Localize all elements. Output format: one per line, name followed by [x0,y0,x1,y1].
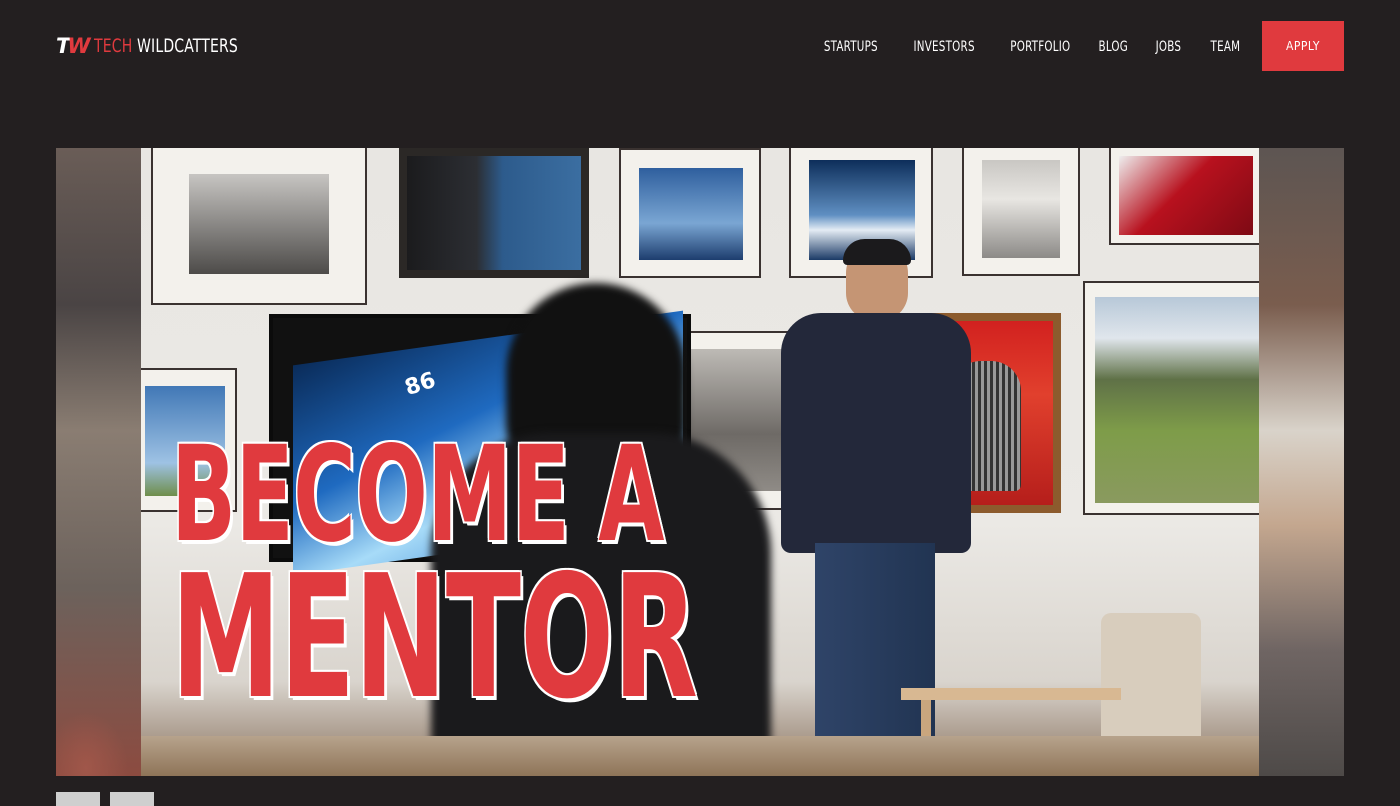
carousel-prev-slide-preview[interactable] [56,148,141,776]
main-nav: STARTUPS INVESTORS PORTFOLIO BLOG JOBS T… [812,36,1240,55]
carousel-dot-2[interactable] [110,792,154,806]
logo-mark-icon: TW [56,34,91,58]
site-logo[interactable]: TW TECH WILDCATTERS [56,33,269,59]
nav-jobs[interactable]: JOBS [1156,39,1182,55]
carousel-dot-1[interactable] [56,792,100,806]
photo-frame-tree [621,150,759,276]
logo-mark-w: W [67,34,90,58]
carousel-active-slide[interactable]: 86 BECOME A MENTOR [141,148,1259,776]
photo-frame-crowd [153,148,365,303]
hero-carousel[interactable]: 86 BECOME A MENTOR [56,148,1344,776]
photo-frame-car-wheel [1111,148,1259,243]
logo-text-tech: TECH [93,35,132,57]
site-header: TW TECH WILDCATTERS STARTUPS INVESTORS P… [0,0,1400,92]
nav-startups[interactable]: STARTUPS [824,39,878,55]
nav-portfolio[interactable]: PORTFOLIO [1010,39,1070,55]
floor [141,736,1259,776]
logo-text-name: WILDCATTERS [136,35,238,57]
apply-button[interactable]: APPLY [1262,21,1344,71]
photo-frame-desert [964,148,1078,274]
logo-text: TECH WILDCATTERS [94,35,238,57]
carousel-next-slide-preview[interactable] [1259,148,1344,776]
hero-headline-line2: MENTOR [171,539,698,738]
logo-mark-t: T [56,34,70,58]
nav-team[interactable]: TEAM [1210,39,1240,55]
nav-investors[interactable]: INVESTORS [914,39,975,55]
photo-frame-speaker [399,148,589,278]
photo-frame-mountains [1085,283,1259,513]
carousel-pagination [56,792,154,806]
nav-blog[interactable]: BLOG [1099,39,1129,55]
hero-headline: BECOME A MENTOR [171,429,698,738]
